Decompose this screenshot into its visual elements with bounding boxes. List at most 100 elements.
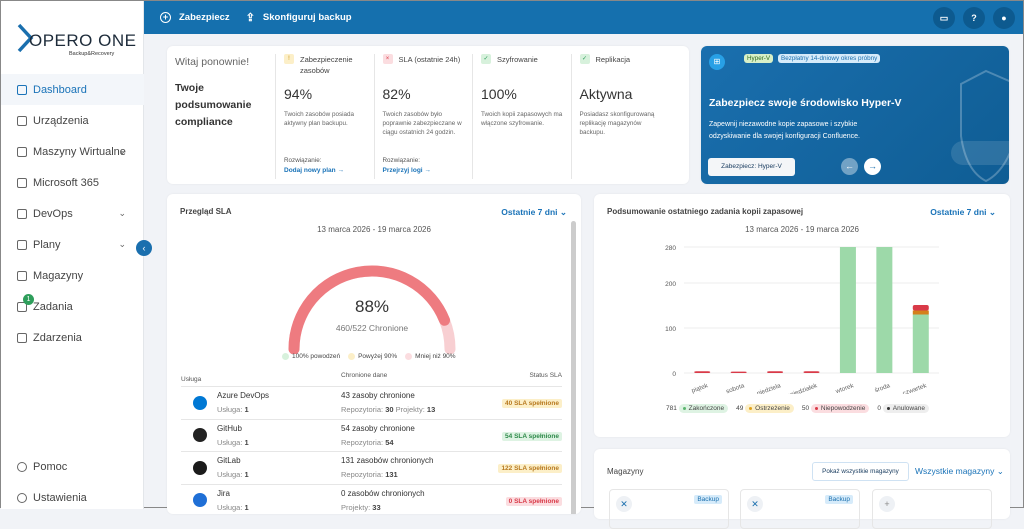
legend-zakończone[interactable]: 781 Zakończone <box>666 404 729 413</box>
protect-button[interactable]: + Zabezpiecz <box>160 12 230 23</box>
promo-title: Zabezpiecz swoje środowisko Hyper-V <box>709 97 902 109</box>
protect-label: Zabezpiecz <box>179 12 230 23</box>
scrollbar[interactable] <box>571 221 576 514</box>
prev-arrow-icon[interactable]: ← <box>841 158 858 175</box>
collapse-sidebar-button[interactable]: ‹ <box>136 240 152 256</box>
help-icon <box>17 461 27 472</box>
sla-date-range: 13 marca 2026 - 19 marca 2026 <box>317 225 431 234</box>
sidebar-item-microsoft-365[interactable]: Microsoft 365 <box>1 167 144 198</box>
help-icon[interactable]: ? <box>963 7 985 29</box>
bar-ostrzeżenie[interactable] <box>912 310 929 315</box>
storage-item[interactable]: ✕ Backup <box>740 489 860 529</box>
trial-tag: Bezpłatny 14-dniowy okres próbny <box>778 54 881 63</box>
sla-status-badge: 0 SLA spełnione <box>505 496 562 506</box>
backup-tag: Backup <box>825 495 853 504</box>
solution-link[interactable]: Dodaj nowy plan → <box>284 167 344 174</box>
sidebar-item-dashboard[interactable]: Dashboard <box>1 74 144 105</box>
sidebar-item-zdarzenia[interactable]: Zdarzenia <box>1 322 144 353</box>
compliance-col-title: SLA (ostatnie 24h) <box>398 55 461 64</box>
legend-label: 100% powodzeń <box>292 353 341 361</box>
configure-backup-button[interactable]: ⇪ Skonfiguruj backup <box>246 11 352 24</box>
storage-item[interactable]: ✕ Backup <box>609 489 729 529</box>
azure-devops-logo-icon <box>193 395 207 410</box>
sidebar-item-zadania[interactable]: Zadania 1 <box>1 291 144 322</box>
bar-niepowodzenie[interactable] <box>912 305 929 311</box>
compliance-col-title: Zabezpieczenie zasobów <box>300 55 353 75</box>
show-all-storage-button[interactable]: Pokaż wszystkie magazyny <box>812 462 909 481</box>
next-arrow-icon[interactable]: → <box>864 158 881 175</box>
sidebar-item-ustawienia[interactable]: Ustawienia <box>1 482 144 513</box>
x-tick-label: poniedziałek <box>783 382 819 394</box>
bar-niepowodzenie[interactable] <box>767 371 784 373</box>
protect-hyperv-button[interactable]: Zabezpiecz: Hyper-V <box>708 158 795 176</box>
total-count: 50 <box>801 405 810 412</box>
bar-niepowodzenie[interactable] <box>730 371 747 373</box>
backup-title: Podsumowanie ostatniego zadania kopii za… <box>607 207 804 216</box>
backup-tag: Backup <box>694 495 722 504</box>
backup-bar-chart: 0 100 200 280 piątek sobota niedziela poniedzia… <box>665 245 939 394</box>
sidebar-item-urządzenia[interactable]: Urządzenia <box>1 105 144 136</box>
sidebar-item-plany[interactable]: Plany ⌄ <box>1 229 144 260</box>
y-tick-label: 200 <box>665 281 676 288</box>
storage-filter-dropdown[interactable]: Wszystkie magazyny ⌄ <box>915 466 1004 477</box>
sla-ratio: 460/522 Chronione <box>335 323 409 333</box>
legend-below90: Mniej niż 90% <box>405 353 456 360</box>
sidebar-item-devops[interactable]: DevOps ⌄ <box>1 198 144 229</box>
sidebar-item-maszyny-wirtualne[interactable]: Maszyny Wirtualne ⌄ <box>1 136 144 167</box>
table-row[interactable]: Jira Usługa: 1 0 zasobów chronionych Proje… <box>181 485 562 515</box>
bar-niepowodzenie[interactable] <box>803 371 820 373</box>
protected-data: 131 zasobów chronionych <box>341 456 434 466</box>
x-tick-label: wtorek <box>834 382 856 394</box>
gear-icon <box>17 492 27 503</box>
sidebar-item-label: Zdarzenia <box>33 331 82 344</box>
service-count: 1 <box>244 405 249 415</box>
bar-zakończone[interactable] <box>839 247 856 373</box>
service-label: Usługa: <box>217 437 243 447</box>
backup-range-dropdown[interactable]: Ostatnie 7 dni ⌄ <box>930 207 996 218</box>
compliance-title: Twoje podsumowanie compliance <box>175 82 252 128</box>
x-tick-label: sobota <box>725 382 746 394</box>
user-icon[interactable]: ● <box>993 7 1015 29</box>
jira-logo-icon <box>193 493 207 508</box>
legend-niepowodzenie[interactable]: 50 Niepowodzenie <box>801 404 870 413</box>
bar-niepowodzenie[interactable] <box>694 371 711 373</box>
logo[interactable]: OPERO ONE Backup&Recovery <box>17 23 136 58</box>
detail-value: 13 <box>426 405 436 415</box>
sidebar-item-pomoc[interactable]: Pomoc <box>1 451 144 482</box>
service-name: Azure DevOps <box>217 391 270 401</box>
total-count: 0 <box>877 405 881 412</box>
compliance-desc: Twoich zasobów było poprawnie zabezpiecz… <box>382 111 462 136</box>
status-warning-icon: ! <box>284 54 294 64</box>
compliance-value: 100% <box>481 86 517 102</box>
solution-label: Rozwiązanie: <box>382 157 420 164</box>
sidebar-item-label: Urządzenia <box>33 114 89 127</box>
detail-label: Projekty: <box>341 502 371 512</box>
sla-range-dropdown[interactable]: Ostatnie 7 dni ⌄ <box>501 207 567 218</box>
bar-zakończone[interactable] <box>876 247 893 373</box>
storage-icon <box>17 270 27 281</box>
add-storage-item[interactable]: + <box>872 489 992 529</box>
legend-anulowane[interactable]: 0 Anulowane <box>877 404 929 413</box>
xopero-icon: ✕ <box>747 496 763 512</box>
compliance-desc: Twoich zasobów posiada aktywny plan back… <box>284 111 355 127</box>
sla-table: Usługa Chronione dane Status SLA Azure Dev… <box>181 372 562 514</box>
chart-title: 13 marca 2026 - 19 marca 2026 <box>745 225 859 234</box>
y-tick-label: 280 <box>665 245 676 252</box>
gitlab-logo-icon <box>193 460 207 475</box>
table-row[interactable]: GitHub Usługa: 1 54 zasoby chronione Repoz… <box>181 420 562 452</box>
legend-ostrzeżenie[interactable]: 49 Ostrzeżenie <box>736 404 794 413</box>
sla-status-badge: 122 SLA spełnione <box>498 464 562 474</box>
service-name: Jira <box>217 488 230 498</box>
table-row[interactable]: GitLab Usługa: 1 131 zasobów chronionych R… <box>181 452 562 485</box>
sla-status-badge: 40 SLA spełnione <box>502 399 562 409</box>
detail-label: Repozytoria: <box>341 437 384 447</box>
solution-link[interactable]: Przejrzyj logi → <box>383 167 431 174</box>
col-header-service: Usługa <box>181 375 202 383</box>
table-row[interactable]: Azure DevOps Usługa: 1 43 zasoby chronion… <box>181 387 562 420</box>
x-tick-label: niedziela <box>756 382 782 394</box>
sidebar-item-magazyny[interactable]: Magazyny <box>1 260 144 291</box>
plus-circle-icon: + <box>160 12 171 23</box>
bar-zakończone[interactable] <box>912 314 929 374</box>
monitor-icon[interactable]: ▭ <box>933 7 955 29</box>
compliance-column: ! Zabezpieczenie zasobów 94% Twoich zasob… <box>275 54 373 179</box>
